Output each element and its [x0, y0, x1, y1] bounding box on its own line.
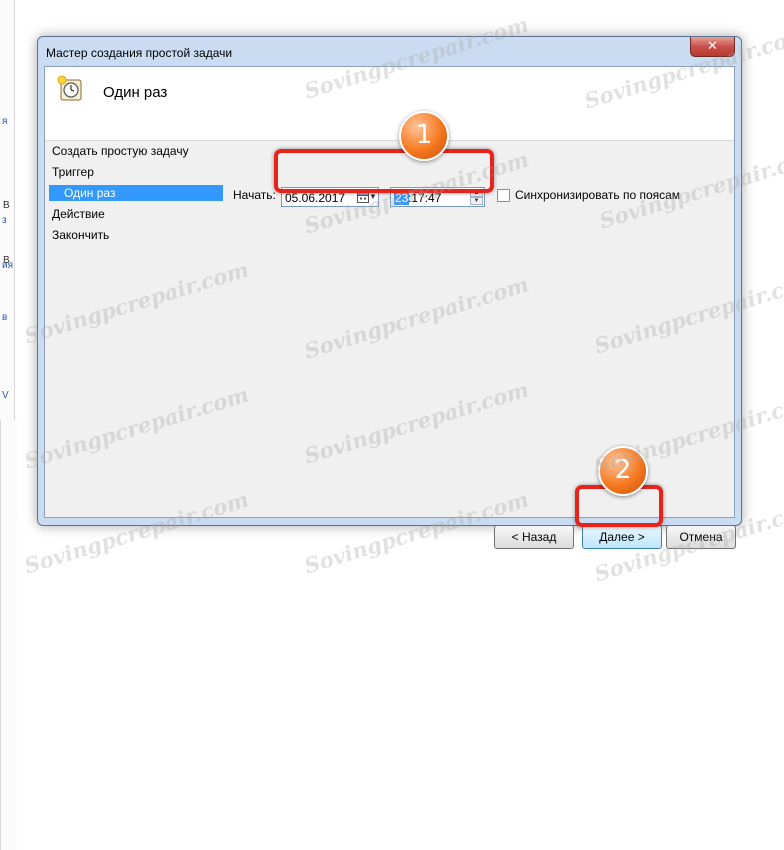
background-text: з: [2, 215, 7, 226]
background-text: V: [2, 390, 9, 401]
step-create-task[interactable]: Создать простую задачу: [52, 143, 189, 159]
wizard-header: Один раз: [45, 67, 734, 141]
step-finish[interactable]: Закончить: [52, 227, 109, 243]
time-minutes-seconds[interactable]: :17:47: [408, 191, 441, 205]
sync-timezones-label[interactable]: Синхронизировать по поясам: [515, 188, 680, 202]
step-trigger[interactable]: Триггер: [52, 164, 94, 180]
close-button[interactable]: ✕: [690, 37, 735, 57]
cancel-button[interactable]: Отмена: [666, 525, 736, 549]
title-bar[interactable]: Мастер создания простой задачи ✕: [38, 37, 741, 67]
spin-down-button[interactable]: ▼: [470, 197, 483, 205]
background-text: В: [3, 200, 10, 211]
background-text: в: [2, 312, 8, 323]
chevron-down-icon: ▼: [473, 198, 480, 204]
step-marker-2: 2: [598, 446, 648, 496]
back-button[interactable]: < Назад: [494, 525, 574, 549]
start-label: Начать:: [233, 188, 276, 202]
sync-timezones-checkbox[interactable]: [497, 189, 510, 202]
background-text: я: [2, 116, 8, 127]
page-title: Один раз: [103, 84, 168, 101]
next-button[interactable]: Далее >: [582, 525, 662, 549]
close-icon: ✕: [707, 38, 718, 53]
clock-icon: [57, 75, 82, 101]
window-title: Мастер создания простой задачи: [46, 46, 233, 60]
highlight-box-date-time: [274, 149, 494, 193]
step-one-time[interactable]: Один раз: [49, 185, 223, 201]
background-app-right-edge: В В: [0, 200, 17, 850]
start-date-value: 05.06.2017: [285, 191, 346, 205]
step-marker-1: 1: [399, 111, 449, 161]
background-text: В: [3, 255, 10, 266]
step-action[interactable]: Действие: [52, 206, 105, 222]
